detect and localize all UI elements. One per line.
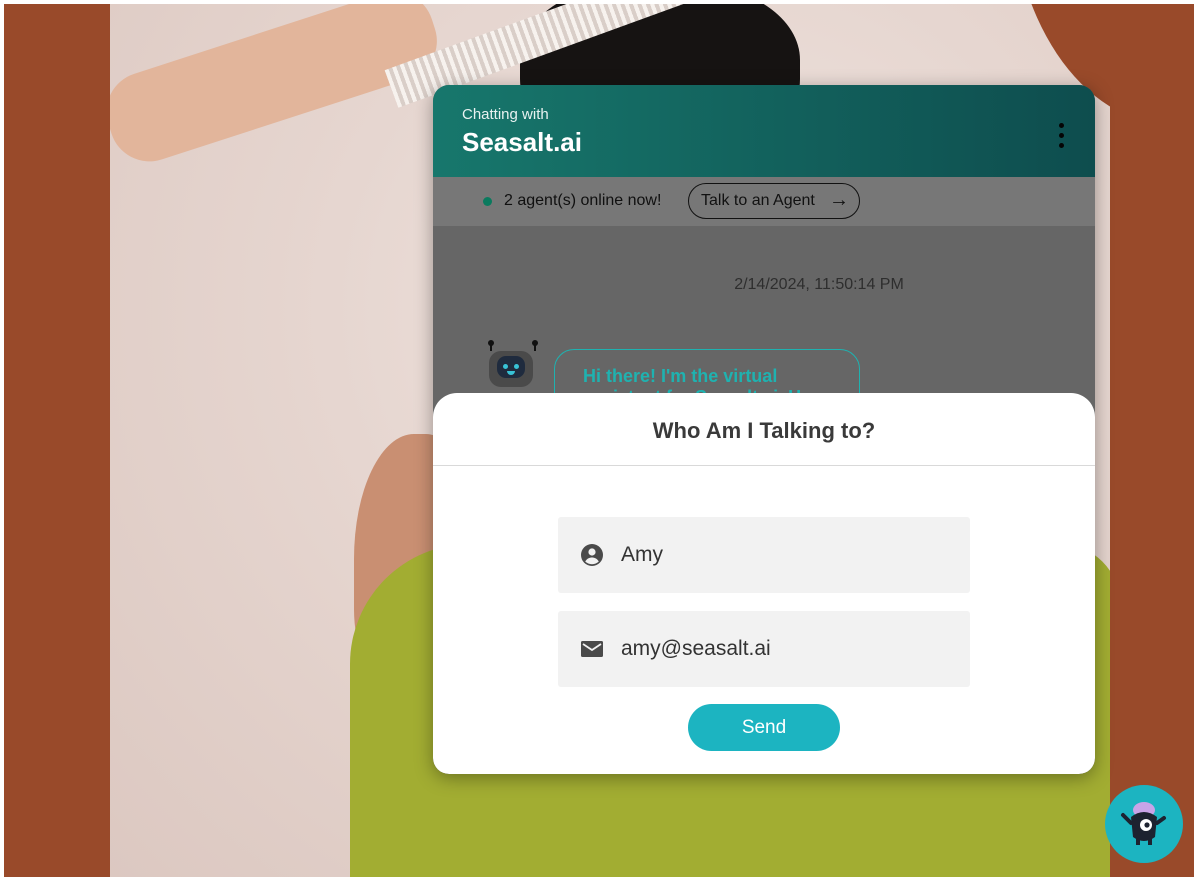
chat-subtitle: Chatting with <box>462 106 549 123</box>
message-timestamp: 2/14/2024, 11:50:14 PM <box>734 276 904 293</box>
account-circle-icon <box>581 544 603 566</box>
chat-title: Seasalt.ai <box>462 127 582 157</box>
email-input[interactable] <box>621 629 941 669</box>
arrow-right-icon: → <box>829 189 849 211</box>
talk-to-agent-button[interactable]: Talk to an Agent → <box>688 183 860 219</box>
send-button[interactable]: Send <box>688 704 840 751</box>
name-input[interactable] <box>621 535 941 575</box>
identity-dialog: Who Am I Talking to? Send <box>433 393 1095 774</box>
robot-avatar-icon <box>485 340 541 393</box>
name-field[interactable] <box>558 517 970 593</box>
chat-widget: Chatting with Seasalt.ai 2 agent(s) onli… <box>433 85 1095 774</box>
online-indicator <box>483 197 492 206</box>
chat-launcher-button[interactable] <box>1105 785 1183 863</box>
email-field[interactable] <box>558 611 970 687</box>
online-status-text: 2 agent(s) online now! <box>504 192 662 209</box>
agent-status-bar: 2 agent(s) online now! Talk to an Agent … <box>433 177 1095 226</box>
talk-to-agent-label: Talk to an Agent <box>701 192 815 209</box>
mail-icon <box>581 641 603 657</box>
kebab-menu-icon[interactable] <box>1059 123 1065 153</box>
dialog-title: Who Am I Talking to? <box>652 418 876 443</box>
dialog-divider <box>433 465 1095 466</box>
monster-mascot-icon <box>1121 802 1166 845</box>
chat-header: Chatting with Seasalt.ai <box>433 85 1095 177</box>
